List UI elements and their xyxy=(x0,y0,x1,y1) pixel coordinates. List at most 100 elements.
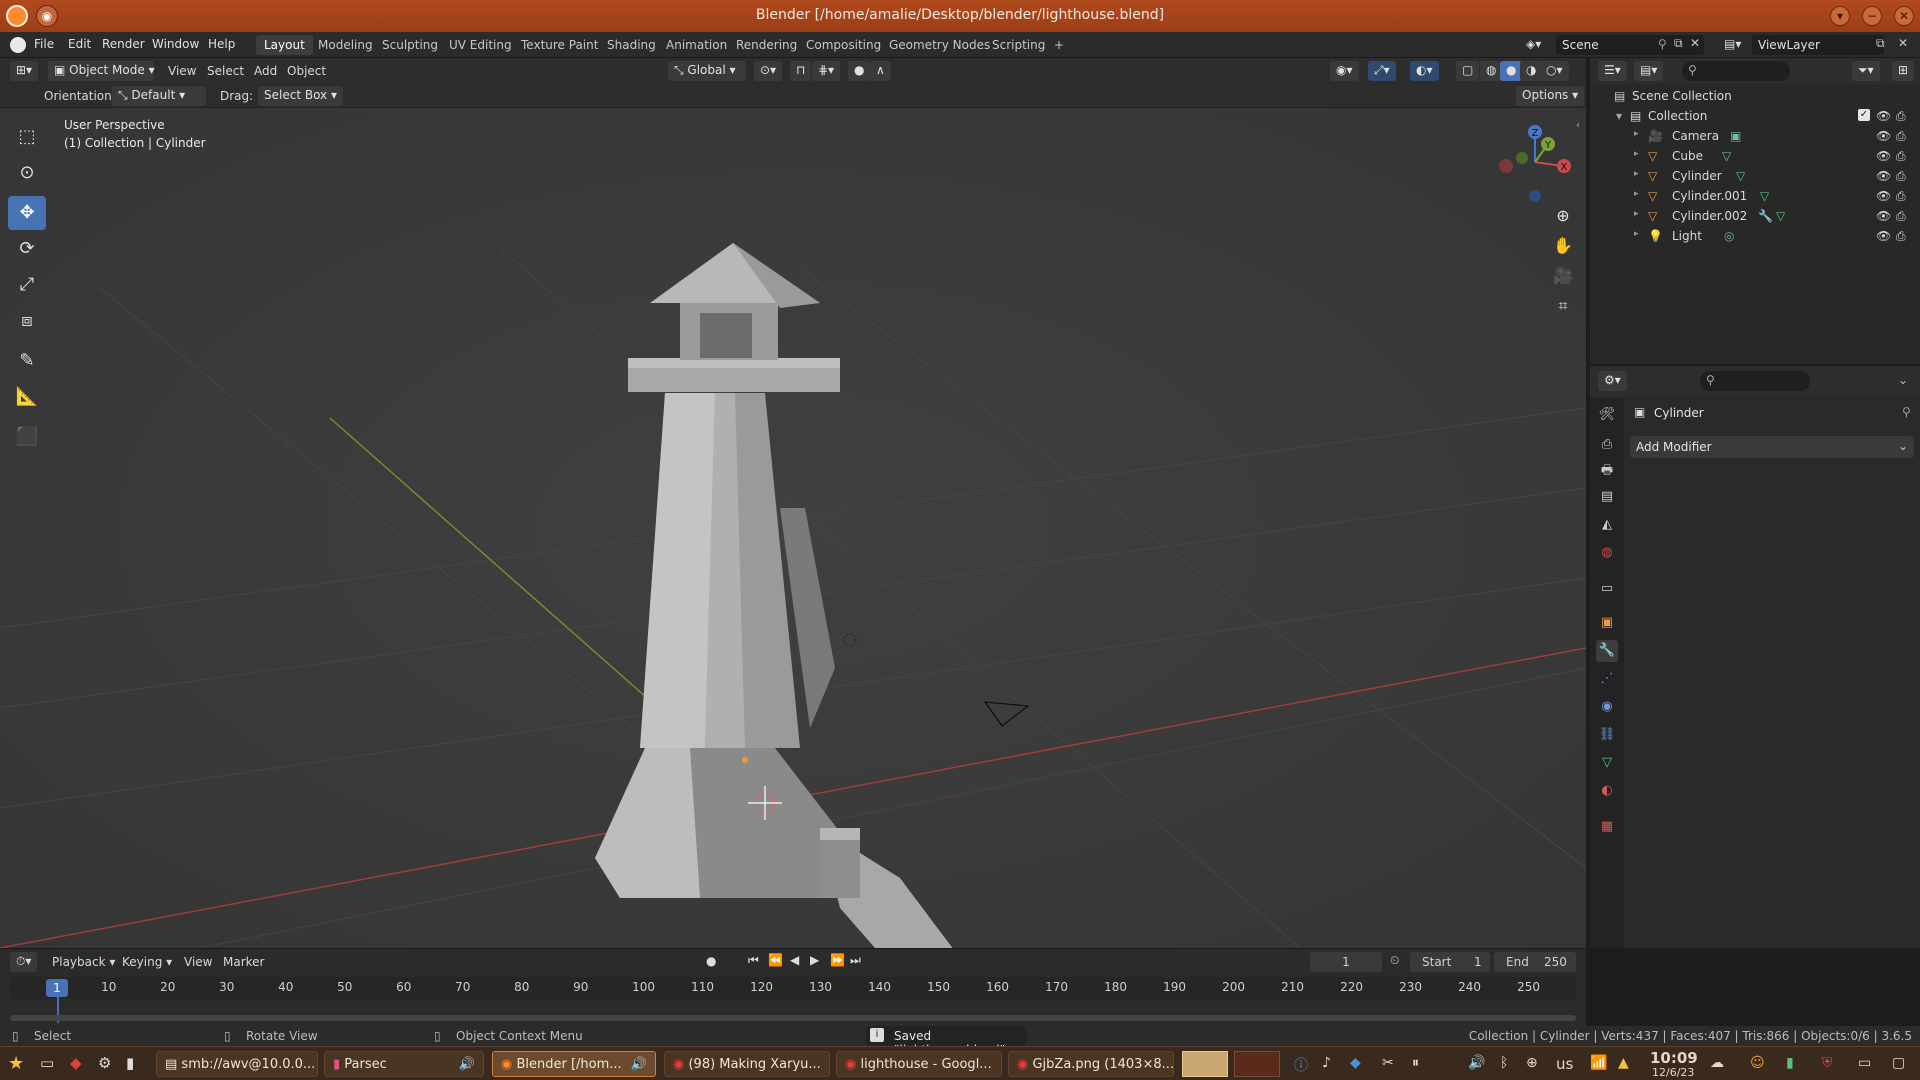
menu-object[interactable]: Object xyxy=(287,64,326,78)
settings-launcher-icon[interactable]: ⚙ xyxy=(98,1054,111,1072)
orientation-dropdown[interactable]: ⤡ Default ▾ xyxy=(112,86,206,106)
bluetooth-tray-icon[interactable]: ᛒ xyxy=(1500,1055,1508,1071)
new-scene-icon[interactable]: ⧉ xyxy=(1674,36,1683,51)
tab-layout[interactable]: Layout xyxy=(256,35,313,55)
task-blender[interactable]: ◉ Blender [/hom... 🔊 xyxy=(492,1051,656,1077)
terminal-launcher-icon[interactable]: ▭ xyxy=(40,1054,54,1072)
eye-icon[interactable]: 👁 xyxy=(1876,209,1891,223)
blender-menu-icon[interactable] xyxy=(10,37,26,53)
menu-marker[interactable]: Marker xyxy=(223,955,264,969)
tab-texture-paint[interactable]: Texture Paint xyxy=(513,35,606,55)
outliner-row-camera[interactable]: ▸ 🎥 Camera ▣ 👁 ⎙ xyxy=(1590,126,1920,146)
tab-geometry-nodes[interactable]: Geometry Nodes xyxy=(881,35,998,55)
new-viewlayer-icon[interactable]: ⧉ xyxy=(1876,36,1885,51)
start-menu-icon[interactable]: ★ xyxy=(8,1053,24,1074)
task-parsec[interactable]: ▮ Parsec 🔊 xyxy=(324,1051,484,1077)
menu-add[interactable]: Add xyxy=(254,64,277,78)
outliner-row-collection[interactable]: ▾ ▤ Collection ✓ 👁 ⎙ xyxy=(1590,106,1920,126)
tab-scripting[interactable]: Scripting xyxy=(984,35,1053,55)
expand-arrow-icon[interactable]: ▸ xyxy=(1634,189,1639,199)
xray-toggle[interactable]: ▢ xyxy=(1456,61,1480,81)
clock-date[interactable]: 12/6/23 xyxy=(1652,1066,1694,1079)
music-tray-icon[interactable]: ♪ xyxy=(1322,1055,1331,1071)
properties-editor-type[interactable]: ⚙▾ xyxy=(1598,371,1627,391)
prev-keyframe-button[interactable]: ⏪ xyxy=(768,953,783,967)
clock-time[interactable]: 10:09 xyxy=(1650,1049,1698,1067)
outliner-search-field[interactable]: ⚲ xyxy=(1682,61,1790,81)
outliner-row-scene-collection[interactable]: ▤ Scene Collection xyxy=(1590,86,1920,106)
snap-toggle[interactable]: ⊓ xyxy=(790,61,812,81)
pin-icon[interactable]: ⚲ xyxy=(1658,37,1667,51)
minimize-button[interactable]: ▾ xyxy=(1830,6,1850,26)
auto-keying-toggle[interactable]: ● xyxy=(706,954,716,968)
shield-tray-icon[interactable]: ⛨ xyxy=(1822,1055,1833,1071)
camera-render-icon[interactable]: ⎙ xyxy=(1896,149,1906,164)
emoji-tray-icon[interactable]: ☺ xyxy=(1750,1055,1765,1071)
expand-arrow-icon[interactable]: ▸ xyxy=(1634,169,1639,179)
delete-scene-icon[interactable]: ✕ xyxy=(1690,36,1700,50)
camera-render-icon[interactable]: ⎙ xyxy=(1896,209,1906,224)
tab-compositing[interactable]: Compositing xyxy=(798,35,889,55)
zoom-icon[interactable]: ⊕ xyxy=(1549,202,1577,230)
snap-target-dropdown[interactable]: ⋕▾ xyxy=(812,61,841,81)
camera-render-icon[interactable]: ⎙ xyxy=(1896,109,1906,124)
menu-timeline-view[interactable]: View xyxy=(184,955,212,969)
warning-tray-icon[interactable]: ▲ xyxy=(1618,1055,1629,1071)
maximize-button[interactable]: − xyxy=(1862,6,1882,26)
expand-arrow-icon[interactable]: ▸ xyxy=(1634,129,1639,139)
timeline-editor-type[interactable]: ⏱▾ xyxy=(10,952,38,972)
annotate-tool[interactable]: ✎ xyxy=(8,344,46,378)
physics-tab-icon[interactable]: ◉ xyxy=(1596,696,1618,718)
dropbox-tray-icon[interactable]: ◆ xyxy=(1350,1055,1361,1071)
properties-options-icon[interactable]: ⌄ xyxy=(1898,373,1908,387)
tab-sculpting[interactable]: Sculpting xyxy=(374,35,446,55)
play-reverse-button[interactable]: ◀ xyxy=(790,953,799,967)
menu-window[interactable]: Window xyxy=(152,37,199,51)
material-tab-icon[interactable]: ◐ xyxy=(1596,780,1618,802)
sidebar-toggle-icon[interactable]: ‹ xyxy=(1576,120,1580,131)
current-frame-field[interactable]: 1 xyxy=(1310,952,1382,972)
preview-range-icon[interactable]: ⏲ xyxy=(1390,953,1399,968)
transform-tool[interactable]: ⧈ xyxy=(8,304,46,338)
pause-tray-icon[interactable]: ⏸ xyxy=(1412,1055,1419,1071)
task-browser-youtube[interactable]: ◉ (98) Making Xaryu... xyxy=(664,1051,830,1077)
notes-tray-icon[interactable]: ▭ xyxy=(1858,1055,1871,1071)
tab-modeling[interactable]: Modeling xyxy=(310,35,381,55)
tab-animation[interactable]: Animation xyxy=(658,35,735,55)
proportional-falloff-dropdown[interactable]: ∧ xyxy=(870,61,891,81)
scene-field[interactable]: Scene ⚲ ⧉ ✕ xyxy=(1556,35,1704,55)
scene-tab-icon[interactable]: ◭ xyxy=(1596,514,1618,536)
menu-edit[interactable]: Edit xyxy=(68,37,91,51)
pan-hand-icon[interactable]: ✋ xyxy=(1549,232,1577,260)
texture-tab-icon[interactable]: ▦ xyxy=(1596,816,1618,838)
network-tray-icon[interactable]: ⊕ xyxy=(1526,1055,1538,1071)
data-tab-icon[interactable]: ▽ xyxy=(1596,752,1618,774)
show-desktop-icon[interactable]: ▢ xyxy=(1892,1055,1905,1071)
viewlayer-selector-icon[interactable]: ▤▾ xyxy=(1724,37,1750,53)
menu-render[interactable]: Render xyxy=(102,37,145,51)
outliner-editor-type[interactable]: ☰▾ xyxy=(1598,61,1627,81)
gizmo-toggle[interactable]: ⤢▾ xyxy=(1368,61,1396,81)
new-collection-button[interactable]: ⊞ xyxy=(1892,61,1915,81)
app-launcher-icon[interactable]: ◆ xyxy=(70,1054,82,1072)
eye-icon[interactable]: 👁 xyxy=(1876,189,1891,203)
playhead-marker[interactable]: 1 xyxy=(46,979,68,997)
scale-tool[interactable]: ⤢ xyxy=(8,268,46,302)
expand-arrow-icon[interactable]: ▾ xyxy=(1616,109,1622,123)
proportional-edit-toggle[interactable]: ● xyxy=(848,61,871,81)
display-mode-dropdown[interactable]: ▤▾ xyxy=(1634,61,1664,81)
camera-view-icon[interactable]: 🎥 xyxy=(1549,262,1577,290)
jump-end-button[interactable]: ⏭ xyxy=(850,953,861,968)
cut-tray-icon[interactable]: ✂ xyxy=(1382,1055,1394,1071)
output-tab-icon[interactable]: 🖶 xyxy=(1596,460,1618,482)
eye-icon[interactable]: 👁 xyxy=(1876,169,1891,183)
weather-tray-icon[interactable]: ☁ xyxy=(1710,1055,1724,1071)
pivot-point-dropdown[interactable]: ⊙▾ xyxy=(754,61,783,81)
add-cube-tool[interactable]: ⬛ xyxy=(8,420,46,454)
delete-viewlayer-icon[interactable]: ✕ xyxy=(1898,36,1908,50)
3d-viewport[interactable]: User Perspective (1) Collection | Cylind… xyxy=(0,108,1586,948)
filter-dropdown[interactable]: ⏷▾ xyxy=(1852,61,1880,81)
mode-dropdown[interactable]: ▣ Object Mode ▾ xyxy=(48,61,155,81)
tab-shading[interactable]: Shading xyxy=(599,35,664,55)
menu-select[interactable]: Select xyxy=(207,64,244,78)
